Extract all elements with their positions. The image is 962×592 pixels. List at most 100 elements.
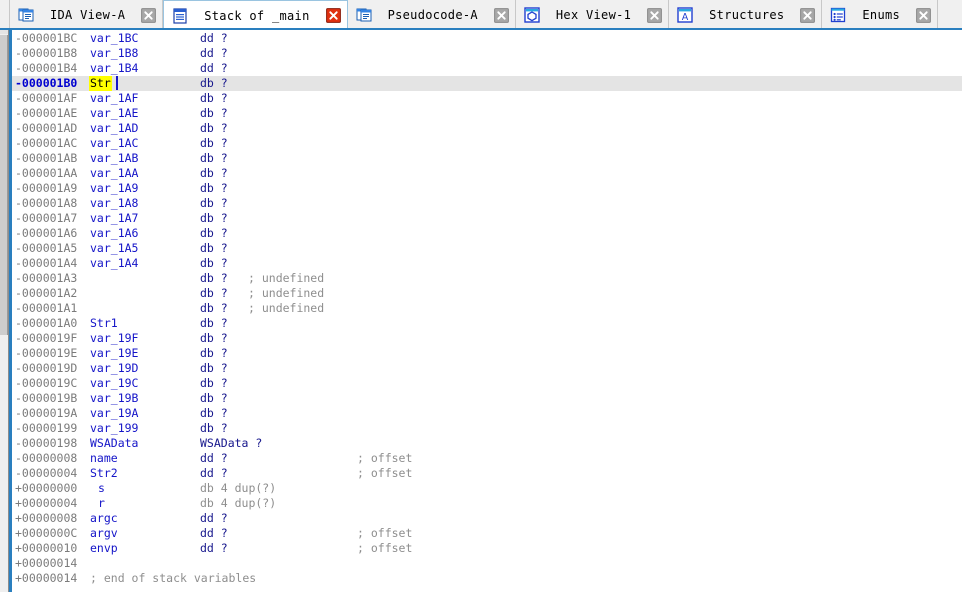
stack-variable-row[interactable]: -000001A8 var_1A8 db ? bbox=[12, 196, 962, 211]
close-icon[interactable] bbox=[647, 7, 663, 23]
stack-variable-row[interactable]: -000001AE var_1AE db ? bbox=[12, 106, 962, 121]
tab-structures[interactable]: A Structures bbox=[669, 0, 823, 28]
row-offset: -00000008 bbox=[15, 451, 78, 465]
row-offset: -000001AA bbox=[15, 166, 78, 180]
row-name[interactable]: var_1AD bbox=[90, 121, 138, 136]
row-name[interactable]: var_1AA bbox=[90, 166, 138, 181]
row-offset: -000001AF bbox=[15, 91, 78, 105]
stack-variable-row[interactable]: -000001A2 db ? ; undefined bbox=[12, 286, 962, 301]
row-name[interactable]: var_19E bbox=[90, 346, 138, 361]
stack-variable-row[interactable]: -0000019F var_19F db ? bbox=[12, 331, 962, 346]
stack-variable-row[interactable]: -000001AD var_1AD db ? bbox=[12, 121, 962, 136]
window-doc-icon bbox=[18, 8, 34, 22]
row-name[interactable]: var_1A7 bbox=[90, 211, 138, 226]
tab-stack-of-main[interactable]: Stack of _main bbox=[163, 0, 348, 28]
stack-variable-row[interactable]: -0000019C var_19C db ? bbox=[12, 376, 962, 391]
stack-variable-row[interactable]: -000001A1 db ? ; undefined bbox=[12, 301, 962, 316]
row-name[interactable]: var_1B4 bbox=[90, 61, 138, 76]
row-name[interactable]: argc bbox=[90, 511, 118, 526]
stack-view-workspace: -000001BC var_1BC dd ? -000001B8 var_1B8 dd ?… bbox=[0, 30, 962, 592]
stack-variable-row[interactable]: +00000010 envp dd ? ; offset bbox=[12, 541, 962, 556]
close-icon[interactable] bbox=[800, 7, 816, 23]
tab-hex-view-1[interactable]: Hex View-1 bbox=[515, 0, 670, 28]
stack-variable-row[interactable]: -000001A6 var_1A6 db ? bbox=[12, 226, 962, 241]
row-type: db ? bbox=[200, 121, 228, 135]
vertical-scrollbar[interactable] bbox=[0, 30, 9, 592]
stack-variable-row[interactable]: +00000000 s db 4 dup(?) bbox=[12, 481, 962, 496]
tab-enums[interactable]: Enums bbox=[822, 0, 939, 28]
row-name[interactable]: Str1 bbox=[90, 316, 118, 331]
tab-ida-view-a[interactable]: IDA View-A bbox=[10, 0, 164, 28]
stack-variable-row[interactable]: -0000019A var_19A db ? bbox=[12, 406, 962, 421]
row-name[interactable]: var_1A4 bbox=[90, 256, 138, 271]
row-name[interactable]: WSAData bbox=[90, 436, 138, 451]
stack-variable-row[interactable]: -000001A0 Str1 db ? bbox=[12, 316, 962, 331]
stack-variable-row[interactable]: +00000014 bbox=[12, 556, 962, 571]
stack-variable-row[interactable]: -00000008 name dd ? ; offset bbox=[12, 451, 962, 466]
letter-a-icon: A bbox=[677, 7, 693, 23]
row-name[interactable]: var_19C bbox=[90, 376, 138, 391]
row-type: db ? bbox=[200, 301, 228, 315]
stack-variable-row[interactable]: -000001A3 db ? ; undefined bbox=[12, 271, 962, 286]
row-offset: -000001A2 bbox=[15, 286, 78, 300]
stack-variable-row[interactable]: -000001A4 var_1A4 db ? bbox=[12, 256, 962, 271]
stack-variable-row[interactable]: -000001BC var_1BC dd ? bbox=[12, 31, 962, 46]
stack-variable-row[interactable]: -0000019B var_19B db ? bbox=[12, 391, 962, 406]
close-icon[interactable] bbox=[916, 7, 931, 23]
row-name[interactable]: var_19B bbox=[90, 391, 138, 406]
row-name[interactable]: var_19F bbox=[90, 331, 138, 346]
row-name[interactable]: var_1AF bbox=[90, 91, 138, 106]
row-type: db ? bbox=[200, 166, 228, 180]
row-name[interactable]: argv bbox=[90, 526, 118, 541]
stack-variable-row[interactable]: -000001B8 var_1B8 dd ? bbox=[12, 46, 962, 61]
row-offset: -000001AE bbox=[15, 106, 78, 120]
stack-variable-row[interactable]: -000001AB var_1AB db ? bbox=[12, 151, 962, 166]
stack-variable-row[interactable]: -00000198 WSAData WSAData ? bbox=[12, 436, 962, 451]
row-offset: +0000000C bbox=[15, 526, 78, 540]
tab-bar: IDA View-A Stack of _main Pseudocode-A Hex … bbox=[0, 0, 962, 30]
row-name[interactable]: var_1A5 bbox=[90, 241, 138, 256]
stack-variable-row[interactable]: -000001B4 var_1B4 dd ? bbox=[12, 61, 962, 76]
stack-variable-row[interactable]: -0000019D var_19D db ? bbox=[12, 361, 962, 376]
stack-variable-row[interactable]: +00000004 r db 4 dup(?) bbox=[12, 496, 962, 511]
stack-variable-row[interactable]: -00000004 Str2 dd ? ; offset bbox=[12, 466, 962, 481]
close-icon[interactable] bbox=[325, 8, 341, 23]
stack-variable-row[interactable]: -000001AA var_1AA db ? bbox=[12, 166, 962, 181]
stack-variables-listing[interactable]: -000001BC var_1BC dd ? -000001B8 var_1B8 dd ?… bbox=[12, 30, 962, 592]
row-type: db ? bbox=[200, 76, 228, 90]
stack-variable-row[interactable]: +00000008 argc dd ? bbox=[12, 511, 962, 526]
tab-pseudocode-a[interactable]: Pseudocode-A bbox=[347, 0, 516, 28]
row-name[interactable]: var_1B8 bbox=[90, 46, 138, 61]
stack-variable-row[interactable]: +00000014 ; end of stack variables bbox=[12, 571, 962, 586]
stack-variable-row[interactable]: -000001A7 var_1A7 db ? bbox=[12, 211, 962, 226]
row-name[interactable]: var_1AE bbox=[90, 106, 138, 121]
row-name[interactable]: name bbox=[90, 451, 118, 466]
row-offset: -000001A6 bbox=[15, 226, 78, 240]
scrollbar-thumb[interactable] bbox=[0, 35, 8, 335]
row-name[interactable]: var_1AC bbox=[90, 136, 138, 151]
row-name[interactable]: s bbox=[98, 481, 105, 496]
stack-variable-row[interactable]: -000001A9 var_1A9 db ? bbox=[12, 181, 962, 196]
row-name-highlighted[interactable]: Str bbox=[89, 76, 112, 91]
row-name[interactable]: var_1BC bbox=[90, 31, 138, 46]
row-name[interactable]: var_199 bbox=[90, 421, 138, 436]
row-name[interactable]: envp bbox=[90, 541, 118, 556]
stack-variable-row[interactable]: +0000000C argv dd ? ; offset bbox=[12, 526, 962, 541]
row-name[interactable]: r bbox=[98, 496, 105, 511]
stack-variable-row[interactable]: -000001AF var_1AF db ? bbox=[12, 91, 962, 106]
stack-variable-row[interactable]: -0000019E var_19E db ? bbox=[12, 346, 962, 361]
row-name[interactable]: var_19D bbox=[90, 361, 138, 376]
row-name[interactable]: Str2 bbox=[90, 466, 118, 481]
row-name[interactable]: var_1A9 bbox=[90, 181, 138, 196]
stack-variable-row[interactable]: -000001AC var_1AC db ? bbox=[12, 136, 962, 151]
stack-variable-row[interactable]: -000001A5 var_1A5 db ? bbox=[12, 241, 962, 256]
row-offset: -000001B4 bbox=[15, 61, 78, 75]
close-icon[interactable] bbox=[141, 7, 157, 23]
stack-variable-row[interactable]: -00000199 var_199 db ? bbox=[12, 421, 962, 436]
row-name[interactable]: var_1A6 bbox=[90, 226, 138, 241]
row-name[interactable]: var_1A8 bbox=[90, 196, 138, 211]
close-icon[interactable] bbox=[494, 7, 509, 23]
row-name[interactable]: var_19A bbox=[90, 406, 138, 421]
row-name[interactable]: var_1AB bbox=[90, 151, 138, 166]
stack-variable-row[interactable]: -000001B0 Str db ? bbox=[12, 76, 962, 91]
